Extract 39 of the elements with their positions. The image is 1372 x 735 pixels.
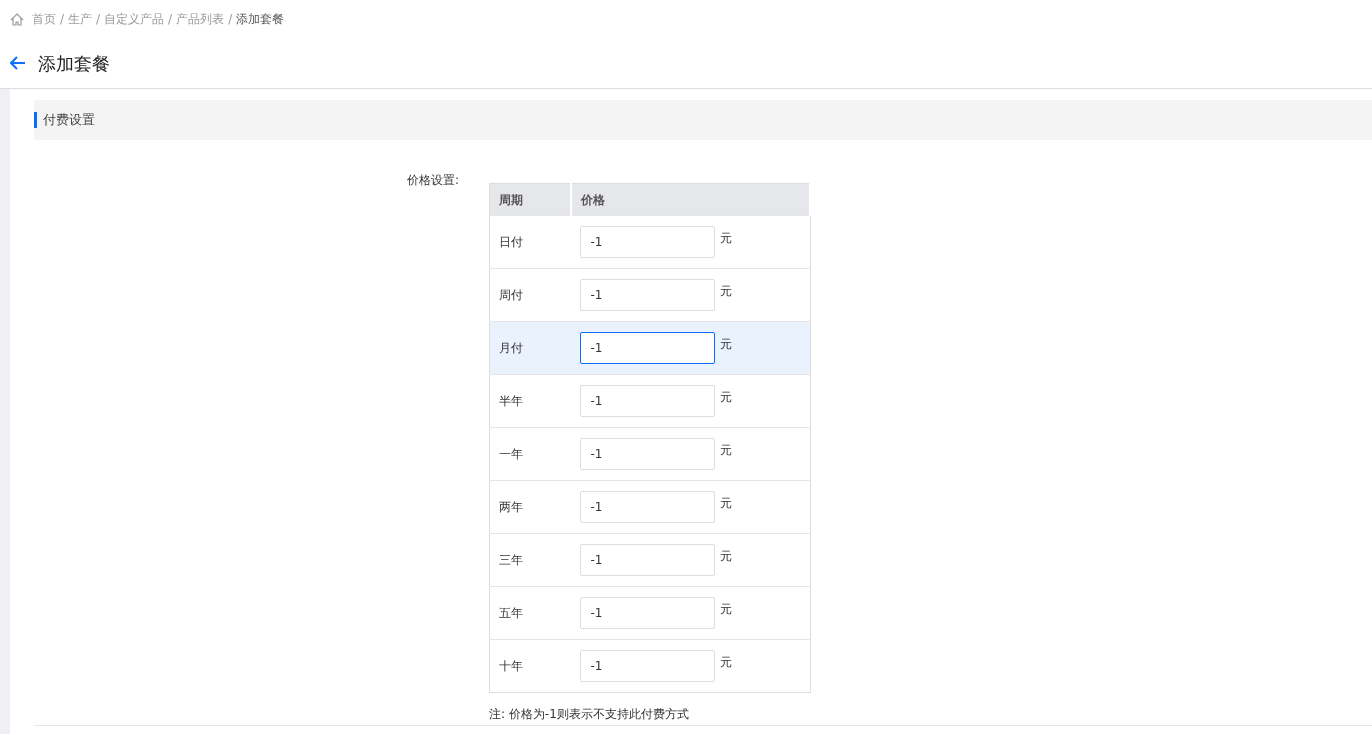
price-input[interactable]: -1 bbox=[579, 226, 715, 258]
home-icon[interactable] bbox=[10, 12, 24, 26]
unit-label: 元 bbox=[719, 601, 732, 618]
page-title: 添加套餐 bbox=[38, 51, 110, 76]
breadcrumb-separator: / bbox=[168, 11, 173, 28]
table-cell: 两年 bbox=[489, 480, 571, 534]
price-input[interactable]: -1 bbox=[579, 279, 715, 311]
breadcrumb-separator: / bbox=[96, 11, 101, 28]
table-cell: 月付 bbox=[489, 321, 571, 375]
breadcrumb-separator: / bbox=[60, 11, 65, 28]
field-label: 价格设置: bbox=[406, 173, 459, 187]
unit-label: 元 bbox=[719, 548, 732, 565]
table-cell: 半年 bbox=[489, 374, 571, 428]
unit-label: 元 bbox=[719, 654, 732, 671]
back-arrow-icon[interactable] bbox=[10, 56, 26, 70]
unit-label: 元 bbox=[719, 336, 732, 353]
column-header: 价格 bbox=[570, 183, 810, 216]
breadcrumb-separator: / bbox=[228, 11, 233, 28]
section-title: 付费设置 bbox=[34, 112, 95, 128]
unit-label: 元 bbox=[719, 495, 732, 512]
price-input[interactable]: -1 bbox=[579, 597, 715, 629]
column-header: 周期 bbox=[489, 183, 571, 216]
unit-label: 元 bbox=[719, 230, 732, 247]
price-input[interactable]: -1 bbox=[579, 332, 715, 364]
unit-label: 元 bbox=[719, 389, 732, 406]
table-cell: 一年 bbox=[489, 427, 571, 481]
price-input[interactable]: -1 bbox=[579, 438, 715, 470]
note-text: 注: 价格为-1则表示不支持此付费方式 bbox=[489, 706, 690, 719]
table-cell: 十年 bbox=[489, 639, 571, 693]
price-input[interactable]: -1 bbox=[579, 544, 715, 576]
price-input[interactable]: -1 bbox=[579, 650, 715, 682]
unit-label: 元 bbox=[719, 442, 732, 459]
table-cell: 日付 bbox=[489, 215, 571, 269]
breadcrumb-current: 添加套餐 bbox=[236, 11, 285, 28]
table-cell: 五年 bbox=[489, 586, 571, 640]
unit-label: 元 bbox=[719, 283, 732, 300]
table-cell: 三年 bbox=[489, 533, 571, 587]
price-input[interactable]: -1 bbox=[579, 491, 715, 523]
price-input[interactable]: -1 bbox=[579, 385, 715, 417]
